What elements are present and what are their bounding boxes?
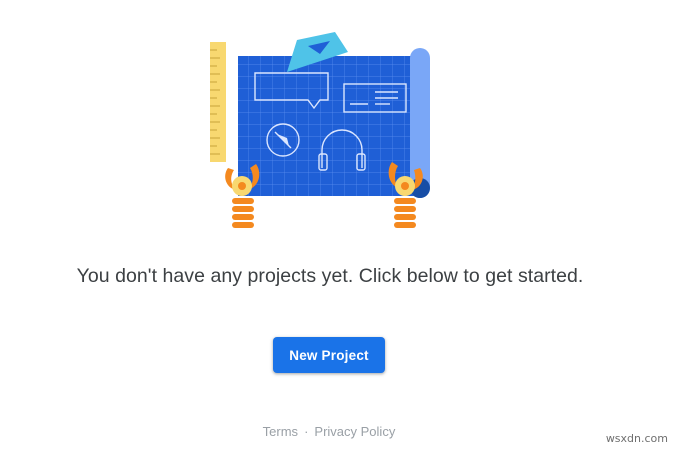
blueprint-sheet bbox=[238, 48, 430, 198]
terms-link[interactable]: Terms bbox=[263, 424, 298, 439]
empty-projects-page: You don't have any projects yet. Click b… bbox=[0, 0, 680, 450]
footer-separator: · bbox=[304, 424, 309, 439]
ruler-icon bbox=[210, 42, 226, 162]
new-project-button[interactable]: New Project bbox=[273, 337, 385, 373]
privacy-policy-link[interactable]: Privacy Policy bbox=[314, 424, 395, 439]
empty-state-message: You don't have any projects yet. Click b… bbox=[76, 265, 584, 287]
watermark: wsxdn.com bbox=[605, 432, 668, 445]
footer: Terms · Privacy Policy bbox=[0, 424, 658, 439]
blueprint-illustration bbox=[210, 32, 430, 228]
